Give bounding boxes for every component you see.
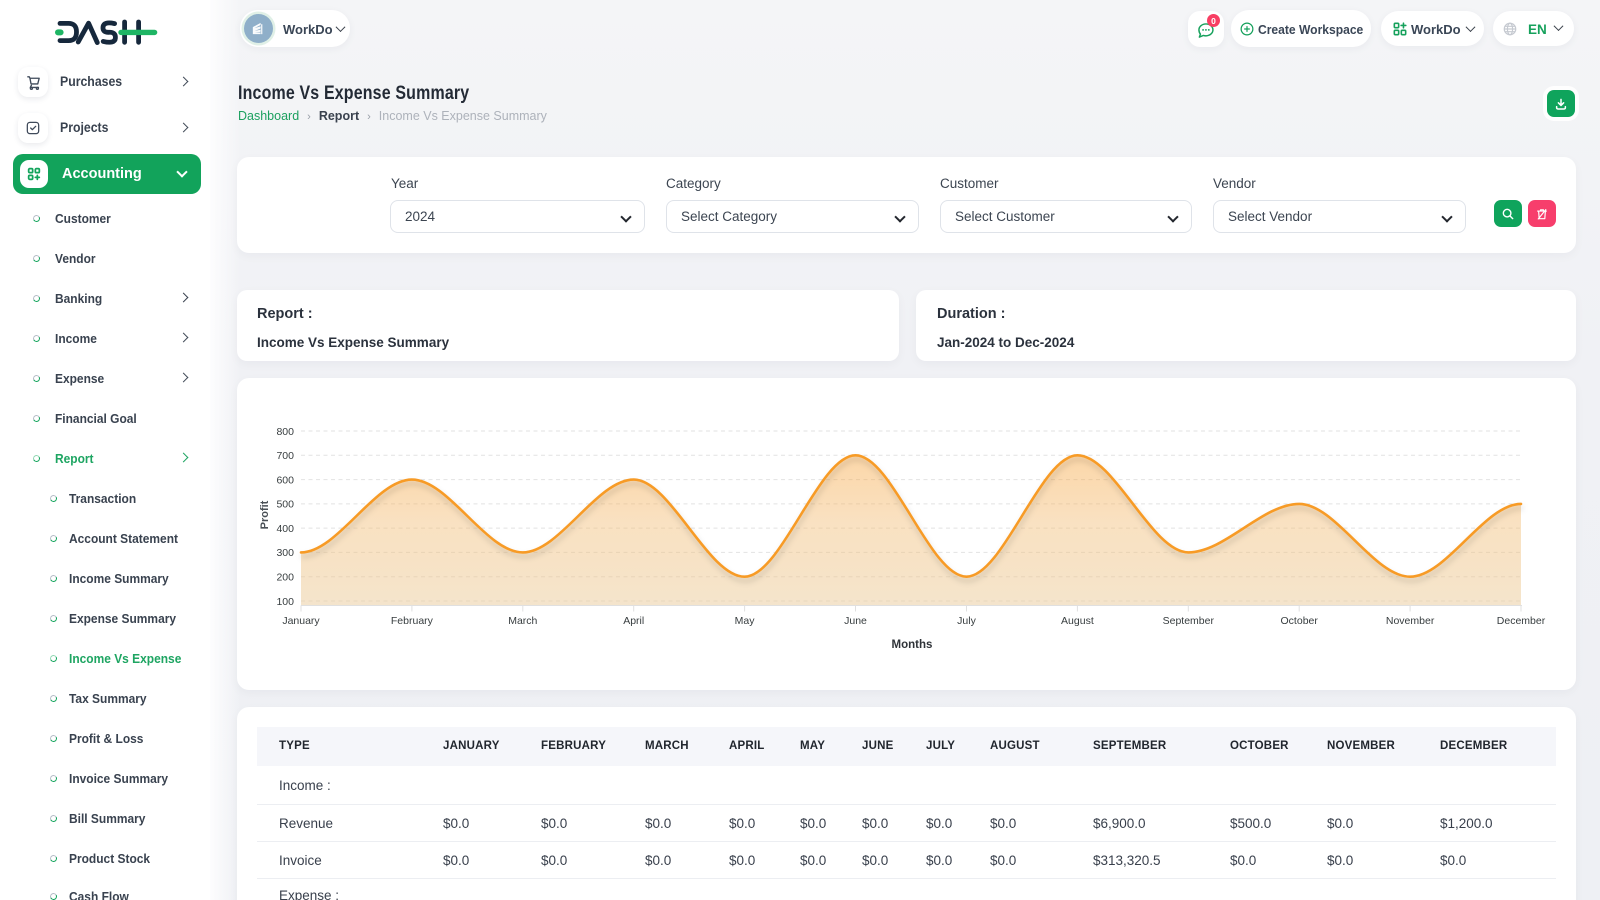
svg-text:February: February xyxy=(391,615,434,627)
svg-text:200: 200 xyxy=(276,572,294,584)
svg-text:May: May xyxy=(735,615,756,627)
svg-text:March: March xyxy=(508,615,537,627)
svg-text:800: 800 xyxy=(276,426,294,438)
svg-text:600: 600 xyxy=(276,474,294,486)
svg-text:500: 500 xyxy=(276,499,294,511)
svg-text:December: December xyxy=(1497,615,1546,627)
svg-text:400: 400 xyxy=(276,523,294,535)
svg-text:October: October xyxy=(1281,615,1319,627)
svg-text:July: July xyxy=(957,615,976,627)
svg-text:September: September xyxy=(1163,615,1215,627)
svg-text:100: 100 xyxy=(276,596,294,608)
svg-text:Months: Months xyxy=(892,639,933,651)
svg-text:June: June xyxy=(844,615,867,627)
svg-text:700: 700 xyxy=(276,450,294,462)
svg-text:April: April xyxy=(623,615,644,627)
svg-text:August: August xyxy=(1061,615,1094,627)
svg-text:Profit: Profit xyxy=(259,500,271,529)
svg-text:January: January xyxy=(282,615,320,627)
svg-text:300: 300 xyxy=(276,547,294,559)
svg-text:November: November xyxy=(1386,615,1435,627)
